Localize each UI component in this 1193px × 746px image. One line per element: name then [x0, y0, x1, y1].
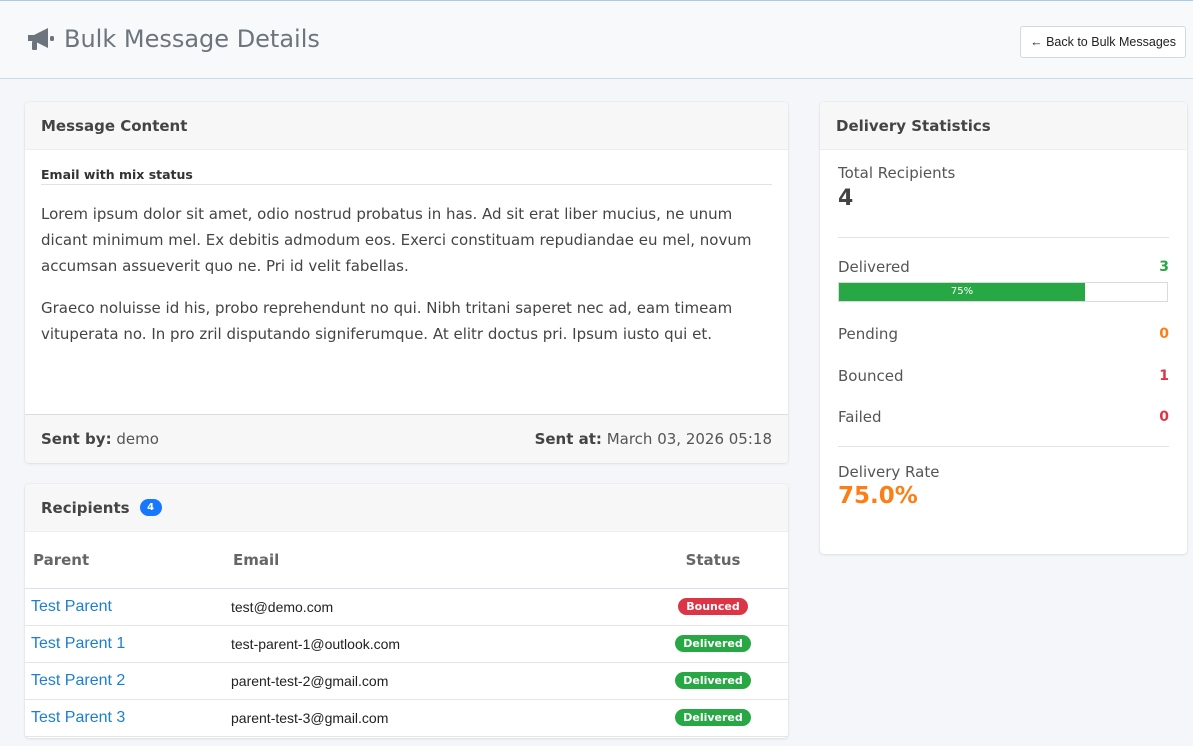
sent-by-value: demo — [116, 430, 159, 448]
message-content-card: Message Content Email with mix status Lo… — [25, 102, 788, 463]
delivery-rate-value: 75.0% — [838, 483, 918, 509]
message-subject: Email with mix status — [41, 167, 193, 182]
recipients-table: Parent Email Status Test Parent test@dem… — [25, 532, 788, 737]
delivery-rate-block: Delivery Rate 75.0% — [838, 446, 1169, 509]
recipients-header: Recipients 4 — [25, 484, 788, 532]
total-recipients-block: Total Recipients 4 — [838, 150, 1169, 238]
total-recipients-label: Total Recipients — [838, 164, 956, 182]
recipients-title: Recipients — [41, 498, 130, 517]
status-badge: Delivered — [675, 635, 751, 652]
recipient-email: test-parent-1@outlook.com — [225, 625, 638, 663]
parent-link[interactable]: Test Parent 2 — [25, 662, 225, 700]
delivered-row: Delivered 3 — [838, 258, 1169, 276]
pending-label: Pending — [838, 325, 898, 343]
message-paragraph: Lorem ipsum dolor sit amet, odio nostrud… — [41, 205, 752, 275]
delivery-statistics-header: Delivery Statistics — [820, 102, 1187, 150]
column-header-status[interactable]: Status — [638, 532, 788, 589]
recipients-card: Recipients 4 Parent Email Status Test Pa… — [25, 484, 788, 738]
status-cell: Delivered — [638, 699, 788, 737]
total-recipients-value: 4 — [838, 186, 854, 211]
megaphone-icon — [26, 26, 56, 52]
pending-count: 0 — [1159, 326, 1169, 342]
recipient-email: parent-test-3@gmail.com — [225, 699, 638, 737]
page-title: Bulk Message Details — [64, 25, 320, 53]
bounced-label: Bounced — [838, 367, 904, 385]
recipient-email: parent-test-2@gmail.com — [225, 662, 638, 700]
status-cell: Delivered — [638, 662, 788, 700]
page-header: Bulk Message Details ← Back to Bulk Mess… — [0, 1, 1193, 79]
delivered-progress-fill: 75% — [839, 283, 1085, 301]
failed-count: 0 — [1159, 409, 1169, 425]
message-footer: Sent by: demo Sent at: March 03, 2026 05… — [25, 414, 788, 463]
delivered-block: Delivered 3 75% — [838, 238, 1169, 302]
recipient-email: test@demo.com — [225, 588, 638, 626]
sent-at-value: March 03, 2026 05:18 — [606, 430, 772, 448]
status-badge: Delivered — [675, 709, 751, 726]
table-header-row: Parent Email Status — [25, 532, 788, 589]
sent-by-label: Sent by: — [41, 430, 112, 448]
stats-body: Total Recipients 4 Delivered 3 75% Pendi… — [820, 150, 1187, 509]
delivery-statistics-card: Delivery Statistics Total Recipients 4 D… — [820, 102, 1187, 554]
title-wrap: Bulk Message Details — [26, 21, 320, 57]
pending-row: Pending 0 — [838, 325, 1169, 343]
column-header-email[interactable]: Email — [225, 532, 638, 589]
status-badge: Bounced — [678, 598, 748, 615]
delivered-label: Delivered — [838, 258, 910, 276]
parent-link[interactable]: Test Parent 1 — [25, 625, 225, 663]
delivery-rate-label: Delivery Rate — [838, 463, 940, 481]
sent-at: Sent at: March 03, 2026 05:18 — [535, 430, 772, 448]
delivered-count: 3 — [1159, 259, 1169, 275]
status-cell: Bounced — [638, 588, 788, 626]
delivered-progress-bar: 75% — [838, 282, 1168, 302]
bounced-row: Bounced 1 — [838, 367, 1169, 385]
sent-at-label: Sent at: — [534, 430, 602, 448]
message-body: Lorem ipsum dolor sit amet, odio nostrud… — [25, 185, 788, 347]
recipients-count-badge: 4 — [139, 499, 162, 516]
table-row: Test Parent 3 parent-test-3@gmail.com De… — [25, 699, 788, 737]
parent-link[interactable]: Test Parent 3 — [25, 699, 225, 737]
status-cell: Delivered — [638, 625, 788, 663]
message-paragraph: Graeco noluisse id his, probo reprehendu… — [41, 299, 733, 343]
table-row: Test Parent 1 test-parent-1@outlook.com … — [25, 625, 788, 663]
parent-link[interactable]: Test Parent — [25, 588, 225, 626]
status-badge: Delivered — [675, 672, 751, 689]
message-content-header: Message Content — [25, 102, 788, 150]
table-row: Test Parent test@demo.com Bounced — [25, 588, 788, 626]
table-row: Test Parent 2 parent-test-2@gmail.com De… — [25, 662, 788, 700]
back-to-bulk-messages-button[interactable]: ← Back to Bulk Messages — [1020, 26, 1186, 58]
bounced-count: 1 — [1159, 368, 1169, 384]
sent-by: Sent by: demo — [41, 430, 159, 448]
failed-row: Failed 0 — [838, 408, 1169, 446]
failed-label: Failed — [838, 408, 882, 426]
column-header-parent[interactable]: Parent — [25, 532, 225, 589]
